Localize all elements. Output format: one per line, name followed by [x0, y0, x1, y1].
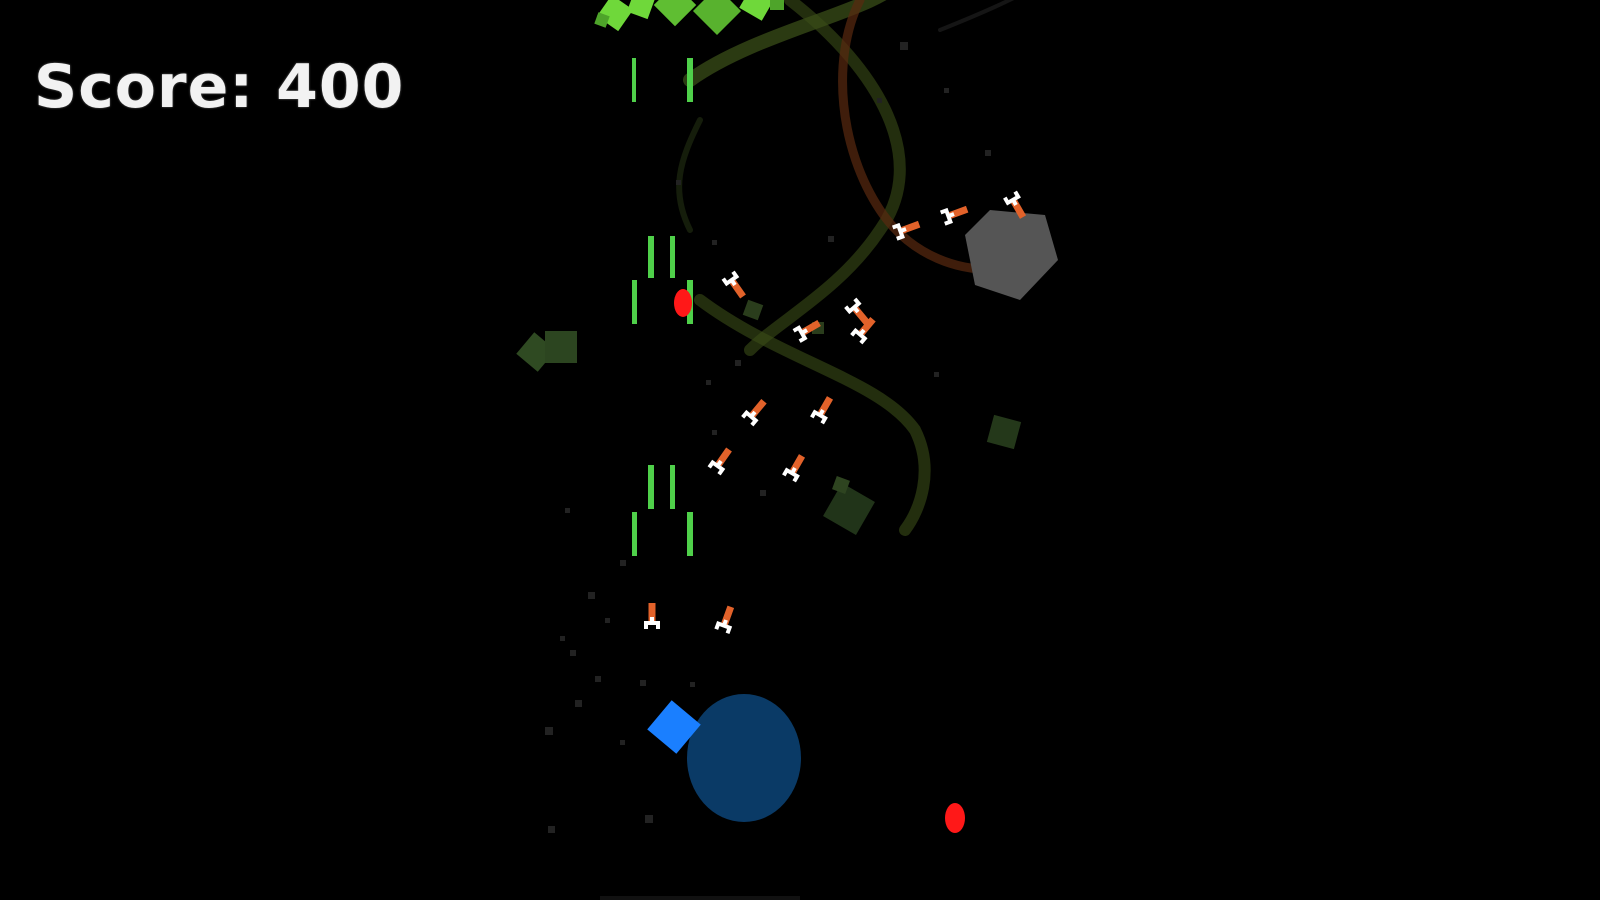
score-display: Score: 400 [34, 52, 404, 122]
score-value: 400 [276, 52, 405, 122]
player-shield [687, 694, 801, 822]
game-canvas[interactable] [0, 0, 1600, 900]
bottom-edge [600, 896, 800, 900]
score-label-text: Score: [34, 52, 255, 122]
